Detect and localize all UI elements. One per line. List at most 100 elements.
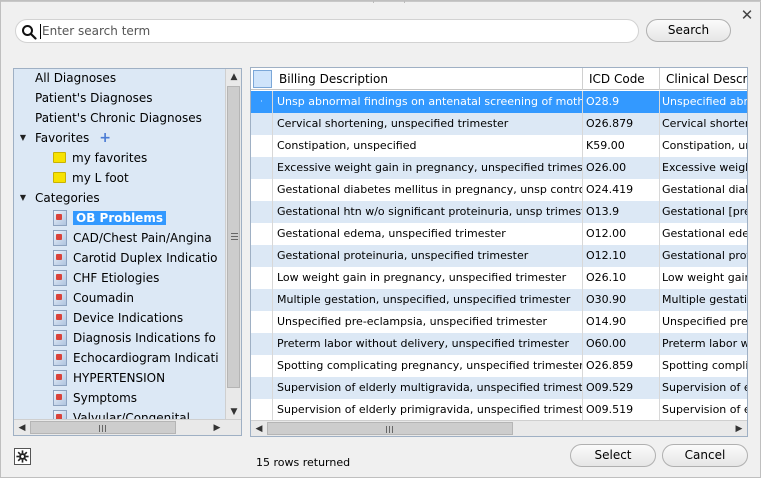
table-row[interactable]: Supervision of elderly multigravida, uns…: [251, 377, 747, 399]
row-selector-cell[interactable]: [251, 223, 273, 245]
settings-button[interactable]: [14, 448, 31, 465]
tree-item-carotid-duplex-indicatio[interactable]: Carotid Duplex Indicatio: [53, 248, 218, 268]
table-row[interactable]: Spotting complicating pregnancy, unspeci…: [251, 355, 747, 377]
table-row[interactable]: Gestational htn w/o significant proteinu…: [251, 201, 747, 223]
row-selector-cell[interactable]: [251, 267, 273, 289]
row-selector-cell[interactable]: [251, 289, 273, 311]
search-input[interactable]: [40, 22, 630, 40]
tree-item-my-favorites[interactable]: my favorites: [53, 148, 147, 168]
select-all-cell[interactable]: [253, 70, 272, 88]
tree-item-label: All Diagnoses: [35, 71, 117, 85]
row-selector-cell[interactable]: [251, 179, 273, 201]
icd-code-cell: O12.00: [583, 223, 660, 245]
row-selector-cell[interactable]: [251, 355, 273, 377]
scroll-right-arrow-icon[interactable]: ▶: [731, 421, 747, 436]
icd-code-cell: O26.859: [583, 355, 660, 377]
tree-vertical-scrollbar[interactable]: ▲ ▼: [225, 69, 241, 420]
tree-item-patient-s-diagnoses[interactable]: Patient's Diagnoses: [35, 88, 153, 108]
table-row[interactable]: Cervical shortening, unspecified trimest…: [251, 113, 747, 135]
row-selector-cell[interactable]: [251, 201, 273, 223]
row-selector-cell[interactable]: [251, 135, 273, 157]
scroll-left-arrow-icon[interactable]: ◀: [251, 421, 267, 436]
category-tree-panel: All Diagnoses Patient's Diagnoses Patient'…: [13, 68, 242, 436]
rows-returned-status: 15 rows returned: [256, 456, 351, 469]
billing-description-cell: Gestational diabetes mellitus in pregnan…: [273, 179, 583, 201]
tree-item-favorites[interactable]: ▼ Favorites +: [20, 128, 111, 148]
table-row[interactable]: Unspecified pre-eclampsia, unspecified t…: [251, 311, 747, 333]
tree-item-diagnosis-indications-fo[interactable]: Diagnosis Indications fo: [53, 328, 216, 348]
clinical-description-cell: Constipation, un: [660, 135, 747, 157]
row-selector-cell[interactable]: [251, 311, 273, 333]
category-list-icon: [53, 389, 67, 406]
tree-item-ob-problems[interactable]: OB Problems: [53, 208, 166, 228]
tree-item-cad-chest-pain-angina[interactable]: CAD/Chest Pain/Angina: [53, 228, 212, 248]
scroll-down-arrow-icon[interactable]: ▼: [226, 404, 242, 420]
row-selector-cell[interactable]: [251, 157, 273, 179]
tree-item-all-diagnoses[interactable]: All Diagnoses: [35, 69, 116, 88]
search-field[interactable]: [15, 19, 639, 43]
diagnosis-search-dialog: ✕ Search All Diagnoses Patient's Diagnose…: [0, 0, 761, 478]
tree-item-echocardiogram-indicati[interactable]: Echocardiogram Indicati: [53, 348, 219, 368]
collapse-toggle-icon[interactable]: ▼: [18, 188, 28, 208]
tree-hscroll-thumb[interactable]: [30, 421, 176, 434]
row-selector-cell[interactable]: [251, 377, 273, 399]
table-row[interactable]: Gestational diabetes mellitus in pregnan…: [251, 179, 747, 201]
row-selector-cell[interactable]: [251, 113, 273, 135]
tree-horizontal-scrollbar[interactable]: ◀ ▶: [14, 419, 241, 435]
column-header-clinical-description[interactable]: Clinical Descripti: [660, 68, 747, 90]
tree-item-label: Diagnosis Indications fo: [73, 331, 216, 345]
clinical-description-cell: Excessive weight: [660, 157, 747, 179]
search-button[interactable]: Search: [646, 19, 731, 42]
icd-code-cell: O13.9: [583, 201, 660, 223]
row-selector-cell[interactable]: ·: [251, 91, 273, 113]
table-row[interactable]: Gestational proteinuria, unspecified tri…: [251, 245, 747, 267]
tree-item-label: Patient's Diagnoses: [35, 91, 153, 105]
clinical-description-cell: Gestational prote: [660, 245, 747, 267]
close-button[interactable]: ✕: [739, 7, 755, 23]
table-row[interactable]: Excessive weight gain in pregnancy, unsp…: [251, 157, 747, 179]
clinical-description-cell: Gestational eden: [660, 223, 747, 245]
table-row[interactable]: Preterm labor without delivery, unspecif…: [251, 333, 747, 355]
tree-item-label: Symptoms: [73, 391, 138, 405]
folder-icon: [53, 172, 66, 183]
tree-item-coumadin[interactable]: Coumadin: [53, 288, 134, 308]
column-header-icd-code[interactable]: ICD Code: [583, 68, 660, 90]
tree-item-device-indications[interactable]: Device Indications: [53, 308, 183, 328]
table-row[interactable]: Gestational edema, unspecified trimester…: [251, 223, 747, 245]
icd-code-cell: O26.10: [583, 267, 660, 289]
table-row[interactable]: Multiple gestation, unspecified, unspeci…: [251, 289, 747, 311]
category-list-icon: [53, 229, 67, 246]
icd-code-cell: O26.00: [583, 157, 660, 179]
row-selector-cell[interactable]: [251, 399, 273, 420]
table-row[interactable]: Low weight gain in pregnancy, unspecifie…: [251, 267, 747, 289]
gear-icon: [16, 450, 29, 463]
table-row[interactable]: Supervision of elderly primigravida, uns…: [251, 399, 747, 420]
table-horizontal-scrollbar[interactable]: ◀ ▶: [251, 420, 747, 436]
column-header-billing-description[interactable]: Billing Description: [273, 68, 583, 90]
billing-description-cell: Spotting complicating pregnancy, unspeci…: [273, 355, 583, 377]
cancel-button[interactable]: Cancel: [662, 444, 748, 467]
tree-vscroll-thumb[interactable]: [227, 86, 240, 388]
row-selector-cell[interactable]: [251, 245, 273, 267]
scroll-up-arrow-icon[interactable]: ▲: [226, 69, 242, 85]
table-hscroll-thumb[interactable]: [267, 422, 513, 435]
grip-icon: [99, 425, 106, 432]
scroll-left-arrow-icon[interactable]: ◀: [14, 420, 30, 436]
tree-item-label: Carotid Duplex Indicatio: [73, 251, 218, 265]
window-drag-grip[interactable]: [373, 1, 405, 3]
select-button[interactable]: Select: [570, 444, 656, 467]
tree-item-hypertension[interactable]: HYPERTENSION: [53, 368, 165, 388]
tree-item-patient-s-chronic-diagnoses[interactable]: Patient's Chronic Diagnoses: [35, 108, 202, 128]
billing-description-cell: Preterm labor without delivery, unspecif…: [273, 333, 583, 355]
row-selector-cell[interactable]: [251, 333, 273, 355]
tree-item-categories[interactable]: ▼ Categories: [20, 188, 100, 208]
tree-item-chf-etiologies[interactable]: CHF Etiologies: [53, 268, 159, 288]
tree-item-my-l-foot[interactable]: my L foot: [53, 168, 129, 188]
table-row[interactable]: · Unsp abnormal findings on antenatal scr…: [251, 91, 747, 113]
collapse-toggle-icon[interactable]: ▼: [18, 128, 28, 148]
scroll-right-arrow-icon[interactable]: ▶: [209, 420, 225, 436]
tree-item-symptoms[interactable]: Symptoms: [53, 388, 137, 408]
clinical-description-cell: Multiple gestatio: [660, 289, 747, 311]
add-favorite-plus-icon[interactable]: +: [99, 131, 111, 145]
table-row[interactable]: Constipation, unspecified K59.00 Constipat…: [251, 135, 747, 157]
